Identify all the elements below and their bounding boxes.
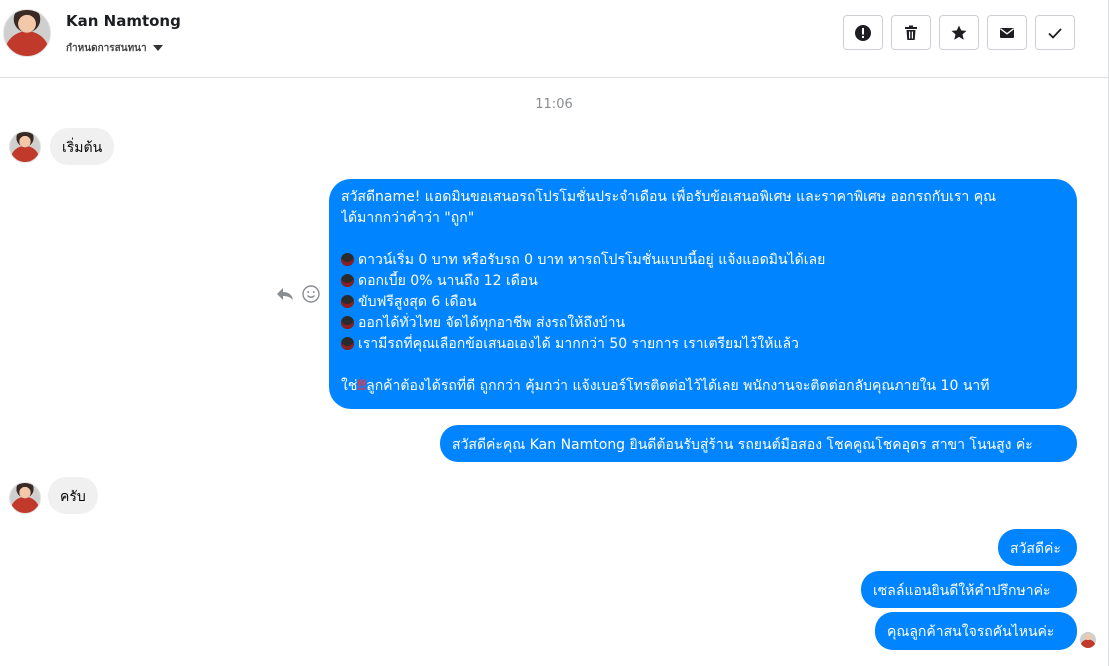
outgoing-message[interactable]: สวัสดีค่ะคุณ Kan Namtong ยินดีต้อนรับสู่… <box>440 425 1077 462</box>
conversation-toolbar <box>843 15 1075 50</box>
promo-bullet: ขับฟรีสูงสุด 6 เดือน <box>341 292 1065 313</box>
trash-icon <box>905 25 917 40</box>
caret-down-icon <box>152 45 163 51</box>
contact-avatar-small[interactable] <box>9 131 41 163</box>
check-icon <box>1048 27 1062 39</box>
report-button[interactable] <box>843 15 883 50</box>
promo-bullet: ออกได้ทั่วไทย จัดได้ทุกอาชีพ ส่งรถให้ถึง… <box>341 313 1065 334</box>
car-emoji-icon <box>341 295 354 308</box>
promo-bullet: ดาวน์เริ่ม 0 บาท หรือรับรถ 0 บาท หารถโปร… <box>341 250 1065 271</box>
delete-button[interactable] <box>891 15 931 50</box>
contact-avatar[interactable] <box>3 9 51 57</box>
reply-icon[interactable] <box>275 284 295 304</box>
conversation-status-label: กำหนดการสนทนา <box>66 42 147 54</box>
contact-avatar-small[interactable] <box>9 482 41 514</box>
incoming-message[interactable]: ครับ <box>48 477 98 514</box>
star-button[interactable] <box>939 15 979 50</box>
car-emoji-icon <box>341 253 354 266</box>
star-icon <box>951 25 967 40</box>
mark-unread-button[interactable] <box>987 15 1027 50</box>
car-emoji-icon <box>341 316 354 329</box>
promo-bullet: เรามีรถที่คุณเลือกข้อเสนอเองได้ มากกว่า … <box>341 334 1065 355</box>
car-emoji-icon <box>341 337 354 350</box>
outgoing-message-promo[interactable]: สวัสดีname! แอดมินขอเสนอรถโปรโมชั่นประจำ… <box>329 179 1077 409</box>
seen-receipt-avatar <box>1080 632 1096 648</box>
conversation-status-dropdown[interactable]: กำหนดการสนทนา <box>66 40 163 56</box>
promo-closing-line: ใช่‼ลูกค้าต้องได้รถที่ดี ถูกกว่า คุ้มกว่… <box>341 376 1065 397</box>
incoming-message[interactable]: เริ่มต้น <box>50 128 115 165</box>
conversation-header: Kan Namtong กำหนดการสนทนา <box>0 0 1108 78</box>
car-emoji-icon <box>341 274 354 287</box>
double-exclamation-icon: ‼ <box>357 378 367 394</box>
message-actions <box>275 284 321 304</box>
promo-intro-line: ได้มากกว่าคำว่า "ถูก" <box>341 210 475 226</box>
promo-intro-line: สวัสดีname! แอดมินขอเสนอรถโปรโมชั่นประจำ… <box>341 189 997 205</box>
contact-name[interactable]: Kan Namtong <box>66 12 181 30</box>
outgoing-message[interactable]: คุณลูกค้าสนใจรถคันไหนค่ะ <box>875 612 1077 650</box>
exclamation-icon <box>855 24 871 41</box>
envelope-icon <box>1000 27 1014 38</box>
outgoing-message[interactable]: เซลล์แอนยินดีให้คำปรึกษาค่ะ <box>861 571 1077 608</box>
message-timestamp: 11:06 <box>535 97 573 112</box>
emoji-react-icon[interactable] <box>301 284 321 304</box>
outgoing-message[interactable]: สวัสดีค่ะ <box>998 529 1077 566</box>
promo-bullet: ดอกเบี้ย 0% นานถึง 12 เดือน <box>341 271 1065 292</box>
mark-done-button[interactable] <box>1035 15 1075 50</box>
